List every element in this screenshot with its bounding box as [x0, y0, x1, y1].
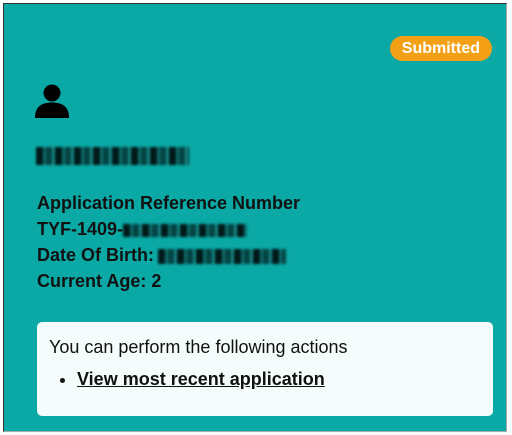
- reference-number-label: Application Reference Number: [37, 193, 301, 213]
- date-of-birth-redacted: [158, 248, 286, 264]
- person-icon: [35, 84, 69, 118]
- reference-number-row: TYF-1409-: [37, 216, 300, 242]
- application-card: Submitted Application Reference Number T…: [3, 3, 507, 432]
- list-item: View most recent application: [77, 368, 481, 390]
- current-age: Current Age: 2: [37, 271, 162, 291]
- applicant-name-redacted: [36, 147, 189, 165]
- actions-panel: You can perform the following actions Vi…: [37, 322, 493, 416]
- application-details: Application Reference Number TYF-1409- D…: [37, 190, 300, 294]
- actions-intro: You can perform the following actions: [49, 337, 348, 357]
- actions-list: View most recent application: [49, 368, 481, 390]
- view-recent-application-link[interactable]: View most recent application: [77, 369, 325, 389]
- status-badge: Submitted: [389, 36, 492, 61]
- date-of-birth-label: Date Of Birth:: [37, 245, 154, 265]
- reference-number-redacted: [123, 223, 248, 237]
- date-of-birth-row: Date Of Birth:: [37, 242, 300, 268]
- reference-number-prefix: TYF-1409-: [37, 219, 124, 239]
